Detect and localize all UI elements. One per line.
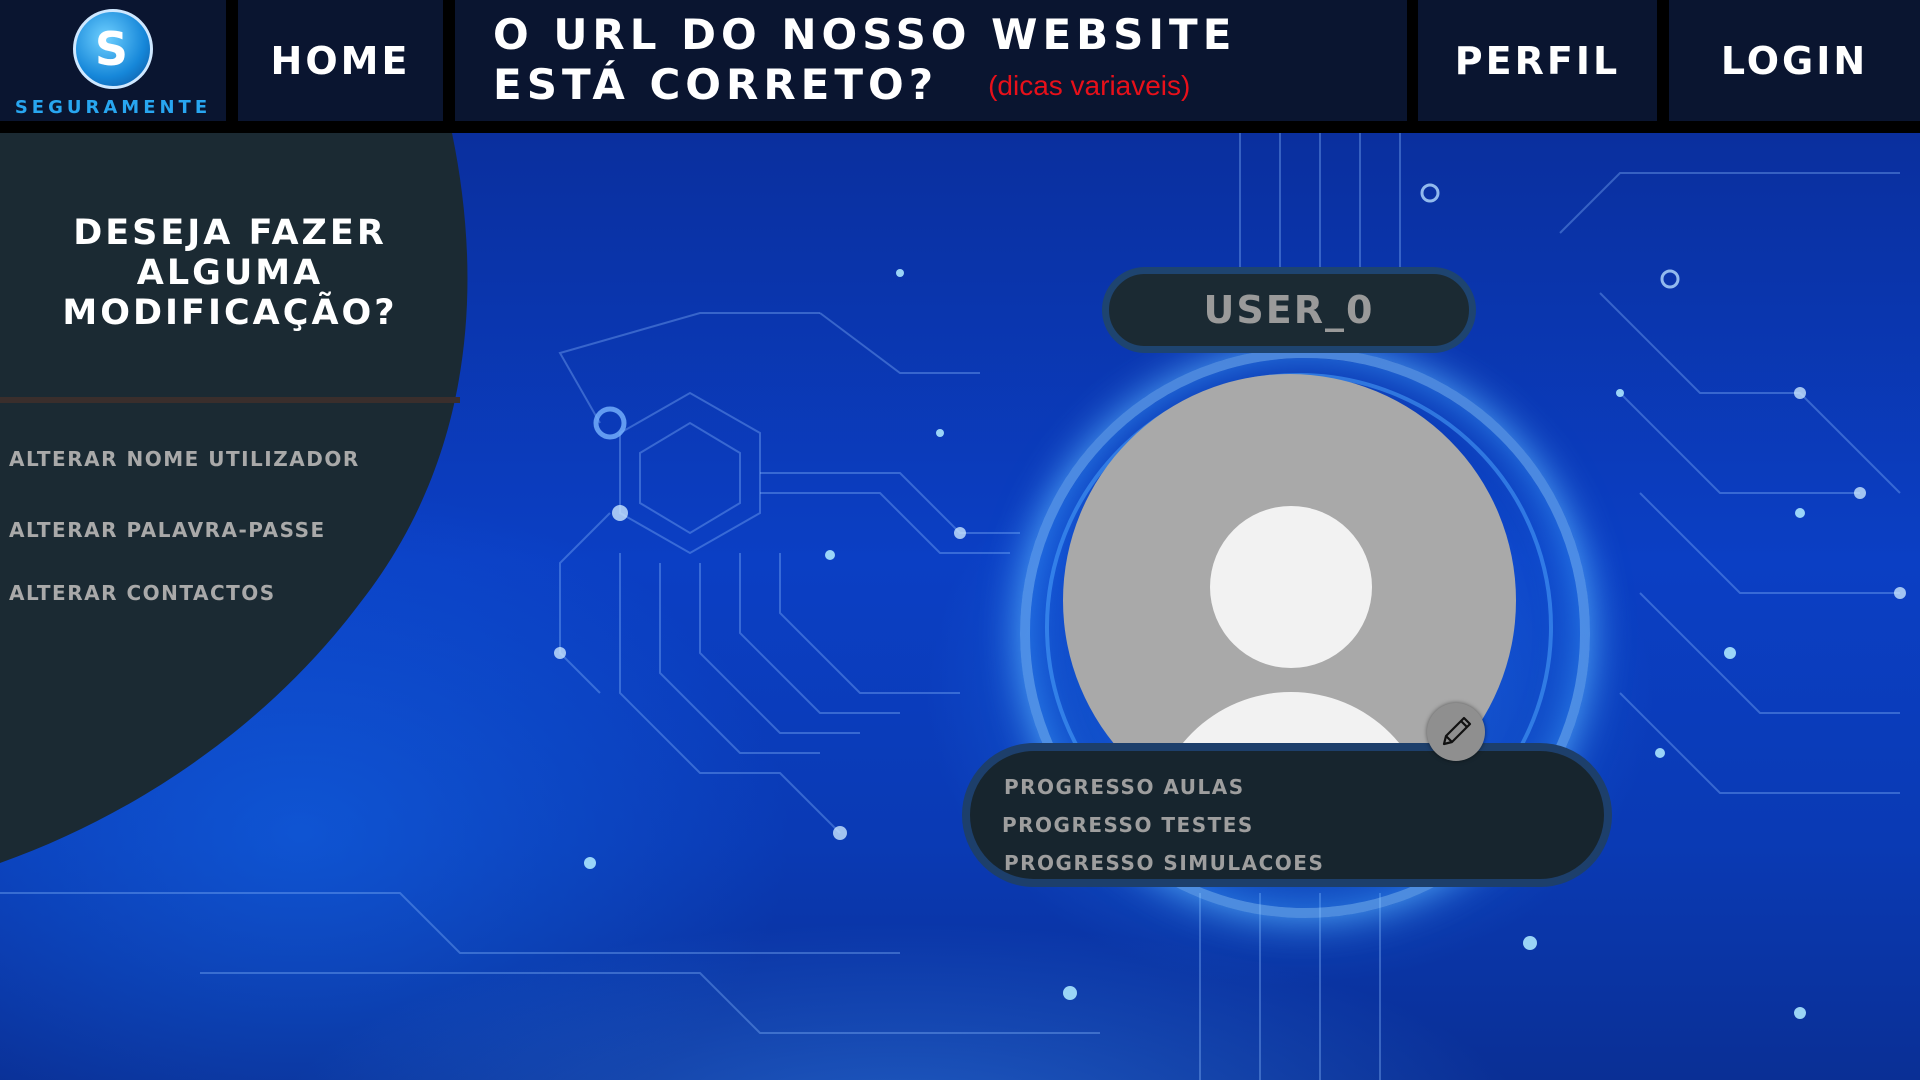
top-navigation-bar: S SEGURAMENTE HOME O URL DO NOSSO WEBSIT… — [0, 0, 1920, 133]
nav-home-button[interactable]: HOME — [238, 0, 443, 121]
tip-hint: (dicas variaveis) — [988, 70, 1191, 101]
nav-profile-button[interactable]: PERFIL — [1418, 0, 1657, 121]
panel-divider — [0, 397, 460, 403]
panel-heading-line3: MODIFICAÇÃO? — [62, 293, 398, 333]
edit-avatar-button[interactable] — [1427, 703, 1485, 761]
panel-heading: DESEJA FAZER ALGUMA MODIFICAÇÃO? — [10, 213, 450, 333]
pencil-icon — [1442, 716, 1472, 746]
progress-tests-link[interactable]: PROGRESSO TESTES — [1002, 813, 1254, 837]
tip-banner: O URL DO NOSSO WEBSITE ESTÁ CORRETO? (dic… — [455, 0, 1407, 121]
tip-title-line2-text: ESTÁ CORRETO? — [493, 60, 939, 109]
nav-login-button[interactable]: LOGIN — [1669, 0, 1920, 121]
progress-simulations-link[interactable]: PROGRESSO SIMULACOES — [1004, 851, 1324, 875]
logo[interactable]: S SEGURAMENTE — [0, 0, 226, 121]
avatar-head — [1210, 506, 1372, 668]
tip-title-line2: ESTÁ CORRETO? (dicas variaveis) — [493, 60, 1236, 111]
username-display: USER_0 — [1102, 267, 1476, 353]
change-username-link[interactable]: ALTERAR NOME UTILIZADOR — [9, 447, 360, 471]
progress-panel: PROGRESSO AULAS PROGRESSO TESTES PROGRES… — [962, 743, 1612, 887]
tip-title: O URL DO NOSSO WEBSITE ESTÁ CORRETO? (dic… — [455, 10, 1236, 111]
progress-lessons-link[interactable]: PROGRESSO AULAS — [1004, 775, 1245, 799]
panel-heading-line1: DESEJA FAZER — [73, 213, 387, 253]
change-contacts-link[interactable]: ALTERAR CONTACTOS — [9, 581, 276, 605]
logo-icon: S — [73, 9, 153, 89]
panel-heading-line2: ALGUMA — [136, 253, 324, 293]
modification-panel: DESEJA FAZER ALGUMA MODIFICAÇÃO? ALTERAR… — [0, 133, 480, 873]
logo-text: SEGURAMENTE — [14, 97, 212, 118]
change-password-link[interactable]: ALTERAR PALAVRA-PASSE — [9, 518, 326, 542]
tip-title-line1: O URL DO NOSSO WEBSITE — [493, 10, 1237, 59]
